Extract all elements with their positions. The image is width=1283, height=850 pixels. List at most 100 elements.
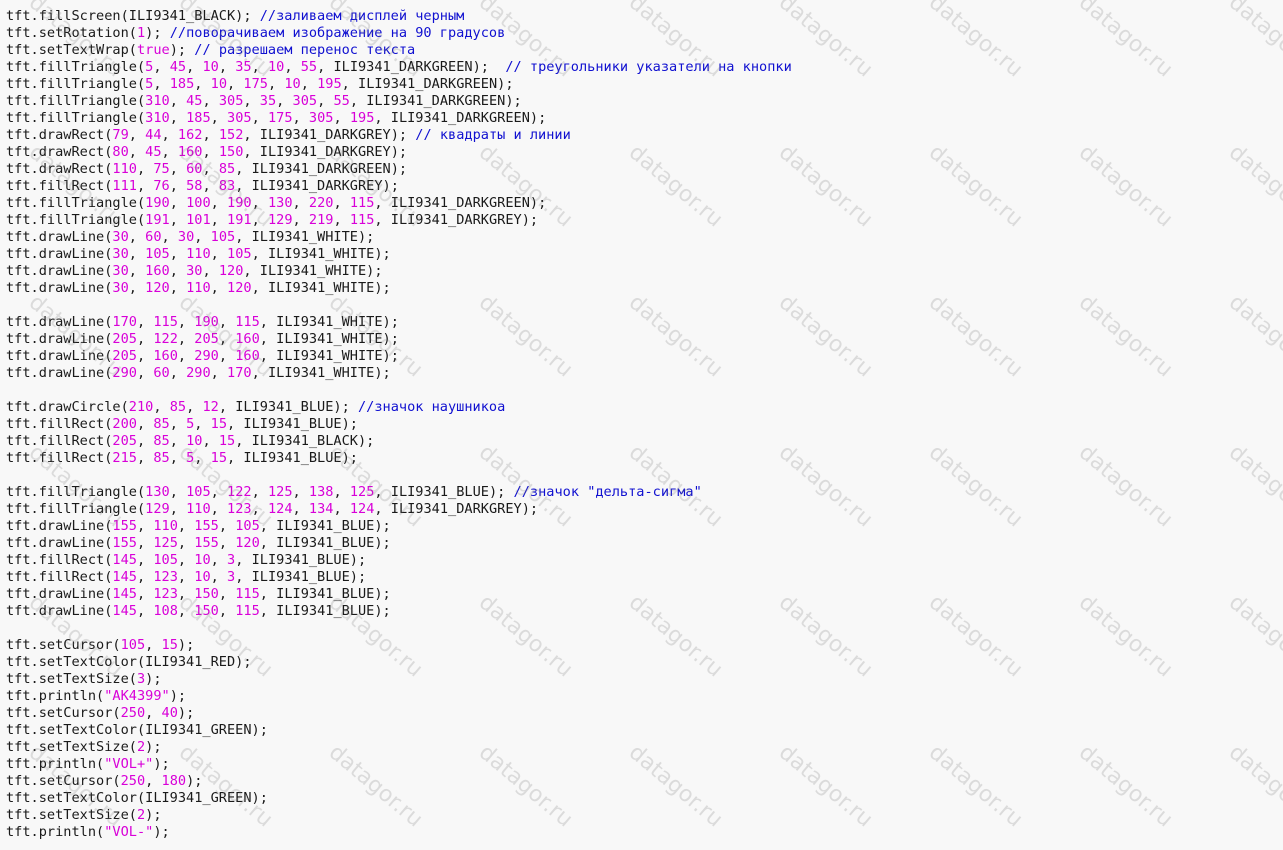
code-token: tft.drawLine(: [6, 535, 113, 551]
code-token: , ILI9341_BLUE);: [374, 484, 514, 500]
code-token: ,: [210, 365, 228, 381]
code-number: 35: [259, 93, 277, 109]
code-token: , ILI9341_BLUE);: [227, 450, 358, 466]
code-number: 170: [227, 365, 252, 381]
code-token: ,: [153, 59, 170, 75]
code-token: ,: [136, 586, 154, 602]
watermark-text: datagor.ru: [1073, 440, 1178, 533]
code-token: , ILI9341_DARKGREEN);: [374, 195, 547, 211]
code-line: tft.setTextWrap(true); // разрешаем пере…: [6, 42, 792, 59]
code-number: 205: [112, 331, 137, 347]
code-number: 162: [177, 127, 203, 143]
code-line: tft.fillTriangle(5, 185, 10, 175, 10, 19…: [6, 76, 792, 93]
code-token: ,: [136, 518, 154, 534]
code-token: ,: [202, 178, 219, 194]
code-number: 200: [112, 416, 137, 432]
code-token: ,: [145, 637, 162, 653]
code-token: tft.println(: [6, 824, 105, 840]
code-text-area[interactable]: tft.fillScreen(ILI9341_BLACK); //заливае…: [6, 8, 792, 841]
code-number: 3: [136, 671, 146, 687]
watermark-text: datagor.ru: [923, 140, 1028, 233]
code-token: ,: [169, 365, 187, 381]
code-token: tft.setRotation(: [6, 25, 137, 41]
code-number: 120: [145, 280, 170, 296]
code-number: 155: [194, 535, 219, 551]
code-number: 305: [292, 93, 318, 109]
code-token: ,: [218, 535, 236, 551]
code-token: ,: [128, 246, 146, 262]
code-token: tft.fillTriangle(: [6, 110, 146, 126]
code-comment: //значок наушникоа: [357, 399, 506, 415]
watermark-text: datagor.ru: [1073, 590, 1178, 683]
code-token: tft.setTextWrap(: [6, 42, 137, 58]
code-number: 150: [194, 586, 219, 602]
code-number: 2: [136, 739, 146, 755]
code-number: 160: [153, 348, 178, 364]
code-line: tft.fillRect(145, 105, 10, 3, ILI9341_BL…: [6, 552, 792, 569]
code-token: );: [145, 671, 162, 687]
code-token: ,: [169, 93, 187, 109]
code-number: 2: [136, 807, 146, 823]
code-number: 30: [112, 229, 129, 245]
code-number: 10: [202, 59, 219, 75]
code-line: tft.fillRect(145, 123, 10, 3, ILI9341_BL…: [6, 569, 792, 586]
code-number: 250: [120, 705, 146, 721]
code-line: tft.drawLine(30, 105, 110, 105, ILI9341_…: [6, 246, 792, 263]
code-number: 175: [267, 110, 293, 126]
code-token: ,: [136, 552, 154, 568]
watermark-text: datagor.ru: [1223, 0, 1283, 83]
code-number: 15: [218, 433, 236, 449]
code-token: ,: [300, 76, 318, 92]
code-token: tft.fillTriangle(: [6, 501, 146, 517]
code-line: tft.fillTriangle(129, 110, 123, 124, 134…: [6, 501, 792, 518]
code-token: tft.fillRect(: [6, 433, 113, 449]
code-number: 115: [235, 586, 260, 602]
code-token: ,: [169, 110, 187, 126]
code-number: 75: [153, 161, 170, 177]
code-number: 60: [186, 161, 203, 177]
code-number: 305: [218, 93, 244, 109]
code-token: , ILI9341_BLACK);: [235, 433, 375, 449]
code-number: 219: [308, 212, 334, 228]
code-number: 310: [145, 93, 170, 109]
code-token: ,: [169, 484, 187, 500]
code-token: tft.fillTriangle(: [6, 212, 146, 228]
code-number: 115: [235, 314, 260, 330]
code-token: tft.drawRect(: [6, 144, 113, 160]
code-number: 10: [267, 59, 285, 75]
code-number: 60: [145, 229, 162, 245]
code-token: tft.drawLine(: [6, 246, 113, 262]
code-number: 123: [153, 586, 178, 602]
code-token: ,: [136, 603, 154, 619]
code-token: ,: [251, 501, 268, 517]
code-line: tft.fillTriangle(191, 101, 191, 129, 219…: [6, 212, 792, 229]
code-number: 115: [153, 314, 178, 330]
code-token: ,: [243, 93, 260, 109]
code-token: tft.fillTriangle(: [6, 484, 146, 500]
code-number: 160: [235, 331, 260, 347]
code-line: tft.fillTriangle(310, 185, 305, 175, 305…: [6, 110, 792, 127]
code-number: 105: [227, 246, 252, 262]
code-number: 3: [227, 569, 236, 585]
code-token: tft.setTextSize(: [6, 671, 137, 687]
code-token: ,: [333, 501, 350, 517]
code-number: 195: [349, 110, 375, 126]
code-token: , ILI9341_BLUE);: [227, 416, 358, 432]
code-token: );: [145, 807, 162, 823]
code-token: , ILI9341_DARKGREY);: [243, 127, 416, 143]
code-number: 45: [186, 93, 203, 109]
code-number: 85: [218, 161, 236, 177]
code-number: 215: [112, 450, 137, 466]
code-token: tft.drawRect(: [6, 161, 113, 177]
code-line: tft.drawCircle(210, 85, 12, ILI9341_BLUE…: [6, 399, 792, 416]
watermark-text: datagor.ru: [1073, 740, 1178, 833]
code-token: tft.setTextSize(: [6, 807, 137, 823]
code-number: 160: [145, 263, 170, 279]
code-editor[interactable]: tft.fillScreen(ILI9341_BLACK); //заливае…: [0, 0, 1283, 850]
code-number: 195: [317, 76, 342, 92]
code-number: 108: [153, 603, 178, 619]
watermark-text: datagor.ru: [1223, 140, 1283, 233]
code-string: "VOL-": [104, 824, 154, 840]
code-number: 150: [194, 603, 219, 619]
code-number: 110: [186, 246, 211, 262]
